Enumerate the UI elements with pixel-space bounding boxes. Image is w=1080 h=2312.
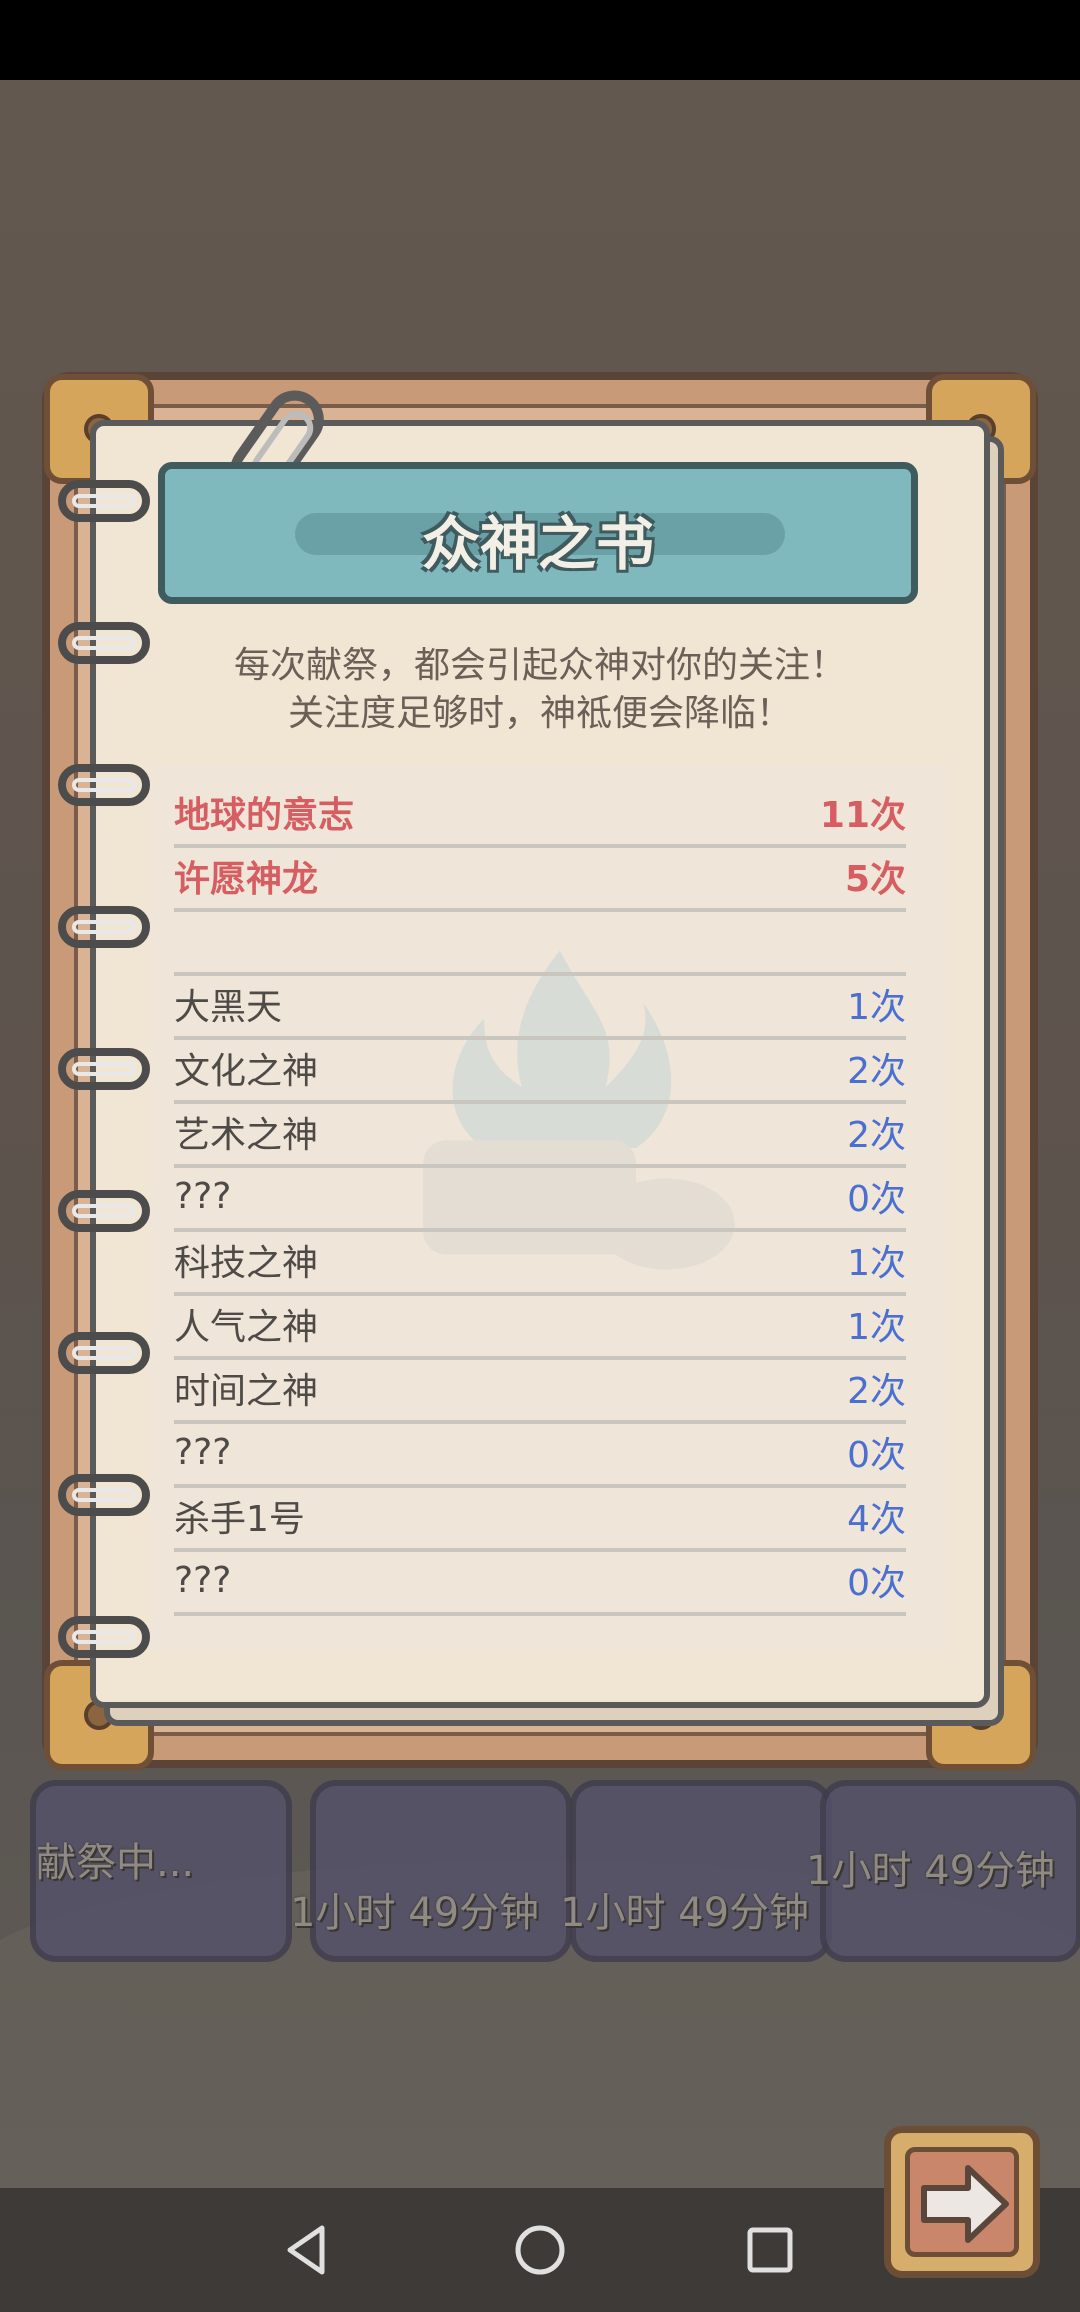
god-name: 杀手1号 <box>174 1499 305 1540</box>
god-name: 人气之神 <box>174 1307 319 1348</box>
binder-ring <box>58 1190 150 1232</box>
god-row: ??? 0次 <box>174 1420 906 1488</box>
god-row: 艺术之神 2次 <box>174 1100 906 1168</box>
god-name: ??? <box>174 1559 232 1601</box>
binder-ring <box>58 622 150 664</box>
altar-timer-right: 1小时 49分钟 <box>806 1848 1056 1894</box>
god-name: 地球的意志 <box>174 795 355 836</box>
god-count: 1次 <box>847 1243 906 1284</box>
intro-line-2: 关注度足够时，神祗便会降临！ <box>287 693 792 734</box>
god-row: 科技之神 1次 <box>174 1228 906 1296</box>
circle-home-icon[interactable] <box>508 2218 572 2282</box>
god-row: 大黑天 1次 <box>174 972 906 1040</box>
god-name: 艺术之神 <box>174 1115 319 1156</box>
god-row: 文化之神 2次 <box>174 1036 906 1104</box>
binder-ring <box>58 764 150 806</box>
god-count: 2次 <box>847 1371 906 1412</box>
god-row: 许愿神龙 5次 <box>174 844 906 912</box>
god-count: 11次 <box>819 795 906 836</box>
god-row-empty <box>174 908 906 976</box>
god-name: 大黑天 <box>174 987 283 1028</box>
book-title: 众神之书 <box>421 510 654 578</box>
triangle-back-icon[interactable] <box>276 2218 340 2282</box>
god-count: 0次 <box>847 1179 906 1220</box>
god-row: 杀手1号 4次 <box>174 1484 906 1552</box>
intro-line-1: 每次献祭，都会引起众神对你的关注！ <box>233 645 846 686</box>
altar-timer-left: 1小时 49分钟 <box>290 1890 540 1936</box>
god-name: 文化之神 <box>174 1051 319 1092</box>
god-row: 地球的意志 11次 <box>174 780 906 848</box>
binder-ring <box>58 1332 150 1374</box>
square-recent-icon[interactable] <box>738 2218 802 2282</box>
god-count: 2次 <box>847 1115 906 1156</box>
god-row: 时间之神 2次 <box>174 1356 906 1424</box>
god-count: 1次 <box>847 987 906 1028</box>
god-name: 时间之神 <box>174 1371 319 1412</box>
status-bar <box>0 0 1080 80</box>
god-count: 0次 <box>847 1563 906 1604</box>
god-name: ??? <box>174 1431 232 1473</box>
god-count: 4次 <box>847 1499 906 1540</box>
god-name: ??? <box>174 1175 232 1217</box>
god-row: ??? 0次 <box>174 1164 906 1232</box>
binder-ring <box>58 906 150 948</box>
binder-ring <box>58 1616 150 1658</box>
next-button[interactable] <box>884 2126 1040 2278</box>
god-row: 人气之神 1次 <box>174 1292 906 1360</box>
god-count: 1次 <box>847 1307 906 1348</box>
arrow-right-icon <box>921 2165 1009 2243</box>
altar-timer-middle: 1小时 49分钟 <box>560 1890 810 1936</box>
binder-ring <box>58 1048 150 1090</box>
sacrificing-status: 献祭中... <box>36 1840 195 1886</box>
god-count: 0次 <box>847 1435 906 1476</box>
binder-ring <box>58 1474 150 1516</box>
god-name: 许愿神龙 <box>174 859 319 900</box>
god-count: 2次 <box>847 1051 906 1092</box>
god-count: 5次 <box>844 859 906 900</box>
next-button-face <box>905 2147 1019 2257</box>
title-banner: 众神之书 <box>158 462 918 604</box>
god-name: 科技之神 <box>174 1243 319 1284</box>
god-row: ??? 0次 <box>174 1548 906 1616</box>
binder-ring <box>58 480 150 522</box>
